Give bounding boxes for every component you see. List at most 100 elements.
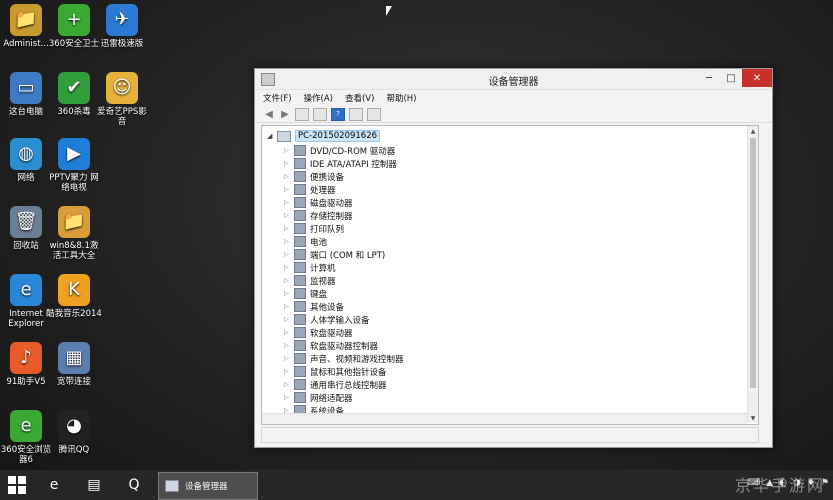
tree-node-label: IDE ATA/ATAPI 控制器 bbox=[310, 159, 397, 170]
scroll-down-icon[interactable]: ▼ bbox=[748, 413, 758, 423]
title-bar[interactable]: 设备管理器 ─ □ ✕ bbox=[255, 69, 772, 90]
tree-node-label: 监视器 bbox=[310, 276, 336, 287]
desktop-icon[interactable]: ☺ 爱奇艺PPS影音 bbox=[94, 72, 150, 127]
desktop-icon-label: 腾讯QQ bbox=[58, 445, 90, 455]
expand-icon[interactable]: ▷ bbox=[284, 381, 292, 388]
expand-icon[interactable]: ▷ bbox=[284, 394, 292, 401]
tree-node-label: 存储控制器 bbox=[310, 211, 353, 222]
tree-node[interactable]: ▷ 人体学输入设备 bbox=[284, 313, 370, 326]
tree-node[interactable]: ▷ 端口 (COM 和 LPT) bbox=[284, 248, 385, 261]
tree-node-label: 端口 (COM 和 LPT) bbox=[310, 250, 386, 261]
tree-node[interactable]: ▷ 计算机 bbox=[284, 261, 336, 274]
root-label: PC-201502091626 bbox=[295, 130, 381, 142]
device-category-icon bbox=[294, 236, 306, 247]
expand-icon[interactable]: ▷ bbox=[284, 186, 292, 193]
tree-node[interactable]: ▷ 通用串行总线控制器 bbox=[284, 378, 387, 391]
device-category-icon bbox=[294, 197, 306, 208]
tree-node[interactable]: ▷ 鼠标和其他指针设备 bbox=[284, 365, 387, 378]
menu-file[interactable]: 文件(F) bbox=[263, 92, 292, 104]
tree-node[interactable]: ▷ 软盘驱动器 bbox=[284, 326, 353, 339]
desktop-icon[interactable]: K 酷我音乐2014 bbox=[46, 274, 102, 319]
desktop-icon[interactable]: 📁 win8&8.1激活工具大全 bbox=[46, 206, 102, 261]
taskbar-iqiyi-icon[interactable]: Q bbox=[116, 472, 152, 498]
app-icon: ✈ bbox=[106, 4, 138, 36]
expand-icon[interactable]: ▷ bbox=[284, 147, 292, 154]
app-icon: ✔ bbox=[58, 72, 90, 104]
expand-icon[interactable]: ▷ bbox=[284, 342, 292, 349]
collapse-icon[interactable]: ◢ bbox=[267, 132, 277, 140]
menu-help[interactable]: 帮助(H) bbox=[386, 92, 416, 104]
device-manager-window[interactable]: 设备管理器 ─ □ ✕ 文件(F) 操作(A) 查看(V) 帮助(H) ◀ ▶ … bbox=[254, 68, 773, 448]
vertical-scrollbar[interactable]: ▲ ▼ bbox=[747, 126, 758, 423]
tree-node[interactable]: ▷ 软盘驱动器控制器 bbox=[284, 339, 378, 352]
start-button[interactable] bbox=[8, 476, 26, 494]
expand-icon[interactable]: ▷ bbox=[284, 251, 292, 258]
tree-node-label: DVD/CD-ROM 驱动器 bbox=[310, 146, 396, 157]
expand-icon[interactable]: ▷ bbox=[284, 225, 292, 232]
forward-arrow-icon[interactable]: ▶ bbox=[279, 109, 291, 120]
tree-root[interactable]: ◢ PC-201502091626 bbox=[267, 130, 381, 142]
tree-node[interactable]: ▷ IDE ATA/ATAPI 控制器 bbox=[284, 157, 397, 170]
tree-node[interactable]: ▷ 监视器 bbox=[284, 274, 336, 287]
tree-node[interactable]: ▷ 磁盘驱动器 bbox=[284, 196, 353, 209]
tree-node[interactable]: ▷ 声音、视频和游戏控制器 bbox=[284, 352, 404, 365]
close-button[interactable]: ✕ bbox=[742, 69, 772, 87]
menu-view[interactable]: 查看(V) bbox=[345, 92, 374, 104]
tree-node-label: 其他设备 bbox=[310, 302, 345, 313]
tree-node-label: 磁盘驱动器 bbox=[310, 198, 353, 209]
tree-node[interactable]: ▷ 打印队列 bbox=[284, 222, 344, 235]
app-icon: ◍ bbox=[10, 138, 42, 170]
tree-node[interactable]: ▷ 存储控制器 bbox=[284, 209, 353, 222]
taskbar-device-manager[interactable]: 设备管理器 bbox=[158, 472, 258, 500]
taskbar: e ▤ Q 设备管理器 ⌨ ▲ ◐ ◑ ♦ ⚑ 京华手游网 bbox=[0, 470, 833, 500]
menu-action[interactable]: 操作(A) bbox=[304, 92, 333, 104]
desktop-icon[interactable]: ◕ 腾讯QQ bbox=[46, 410, 102, 455]
scan-hardware-icon[interactable] bbox=[367, 107, 381, 121]
scroll-up-icon[interactable]: ▲ bbox=[748, 126, 758, 136]
help-icon[interactable]: ? bbox=[331, 107, 345, 121]
toolbar: ◀ ▶ ? bbox=[255, 106, 772, 123]
expand-icon[interactable]: ▷ bbox=[284, 160, 292, 167]
expand-icon[interactable]: ▷ bbox=[284, 173, 292, 180]
tree-node[interactable]: ▷ 其他设备 bbox=[284, 300, 344, 313]
scroll-thumb[interactable] bbox=[750, 138, 756, 388]
app-icon: 📁 bbox=[58, 206, 90, 238]
maximize-button[interactable]: □ bbox=[720, 69, 742, 87]
properties-icon[interactable] bbox=[313, 107, 327, 121]
tree-node[interactable]: ▷ DVD/CD-ROM 驱动器 bbox=[284, 144, 395, 157]
tree-node[interactable]: ▷ 网络适配器 bbox=[284, 391, 353, 404]
desktop-icon[interactable]: ▶ PPTV聚力 网络电视 bbox=[46, 138, 102, 193]
expand-icon[interactable]: ▷ bbox=[284, 355, 292, 362]
tree-node[interactable]: ▷ 处理器 bbox=[284, 183, 336, 196]
expand-icon[interactable]: ▷ bbox=[284, 316, 292, 323]
tree-node[interactable]: ▷ 电池 bbox=[284, 235, 327, 248]
device-category-icon bbox=[294, 353, 306, 364]
tree-node[interactable]: ▷ 便携设备 bbox=[284, 170, 344, 183]
menu-bar: 文件(F) 操作(A) 查看(V) 帮助(H) bbox=[255, 90, 772, 106]
tree-node-label: 声音、视频和游戏控制器 bbox=[310, 354, 404, 365]
show-hide-tree-icon[interactable] bbox=[295, 107, 309, 121]
desktop-icon[interactable]: ✈ 迅雷极速版 bbox=[94, 4, 150, 49]
expand-icon[interactable]: ▷ bbox=[284, 329, 292, 336]
back-arrow-icon[interactable]: ◀ bbox=[263, 109, 275, 120]
taskbar-ie-icon[interactable]: e bbox=[36, 472, 72, 498]
tree-node[interactable]: ▷ 键盘 bbox=[284, 287, 327, 300]
expand-icon[interactable]: ▷ bbox=[284, 212, 292, 219]
expand-icon[interactable]: ▷ bbox=[284, 264, 292, 271]
expand-icon[interactable]: ▷ bbox=[284, 303, 292, 310]
desktop-icon[interactable]: ▦ 宽带连接 bbox=[46, 342, 102, 387]
taskbar-explorer-icon[interactable]: ▤ bbox=[76, 472, 112, 498]
tree-node-label: 打印队列 bbox=[310, 224, 345, 235]
app-icon: K bbox=[58, 274, 90, 306]
expand-icon[interactable]: ▷ bbox=[284, 199, 292, 206]
expand-icon[interactable]: ▷ bbox=[284, 277, 292, 284]
action-pane-icon[interactable] bbox=[349, 107, 363, 121]
expand-icon[interactable]: ▷ bbox=[284, 368, 292, 375]
minimize-button[interactable]: ─ bbox=[698, 69, 720, 87]
horizontal-scrollbar[interactable] bbox=[262, 413, 747, 424]
expand-icon[interactable]: ▷ bbox=[284, 238, 292, 245]
expand-icon[interactable]: ▷ bbox=[284, 290, 292, 297]
mouse-cursor bbox=[386, 6, 392, 16]
device-tree[interactable]: ◢ PC-201502091626 ▷ DVD/CD-ROM 驱动器 ▷ IDE AT… bbox=[261, 125, 759, 425]
tree-node-label: 软盘驱动器 bbox=[310, 328, 353, 339]
